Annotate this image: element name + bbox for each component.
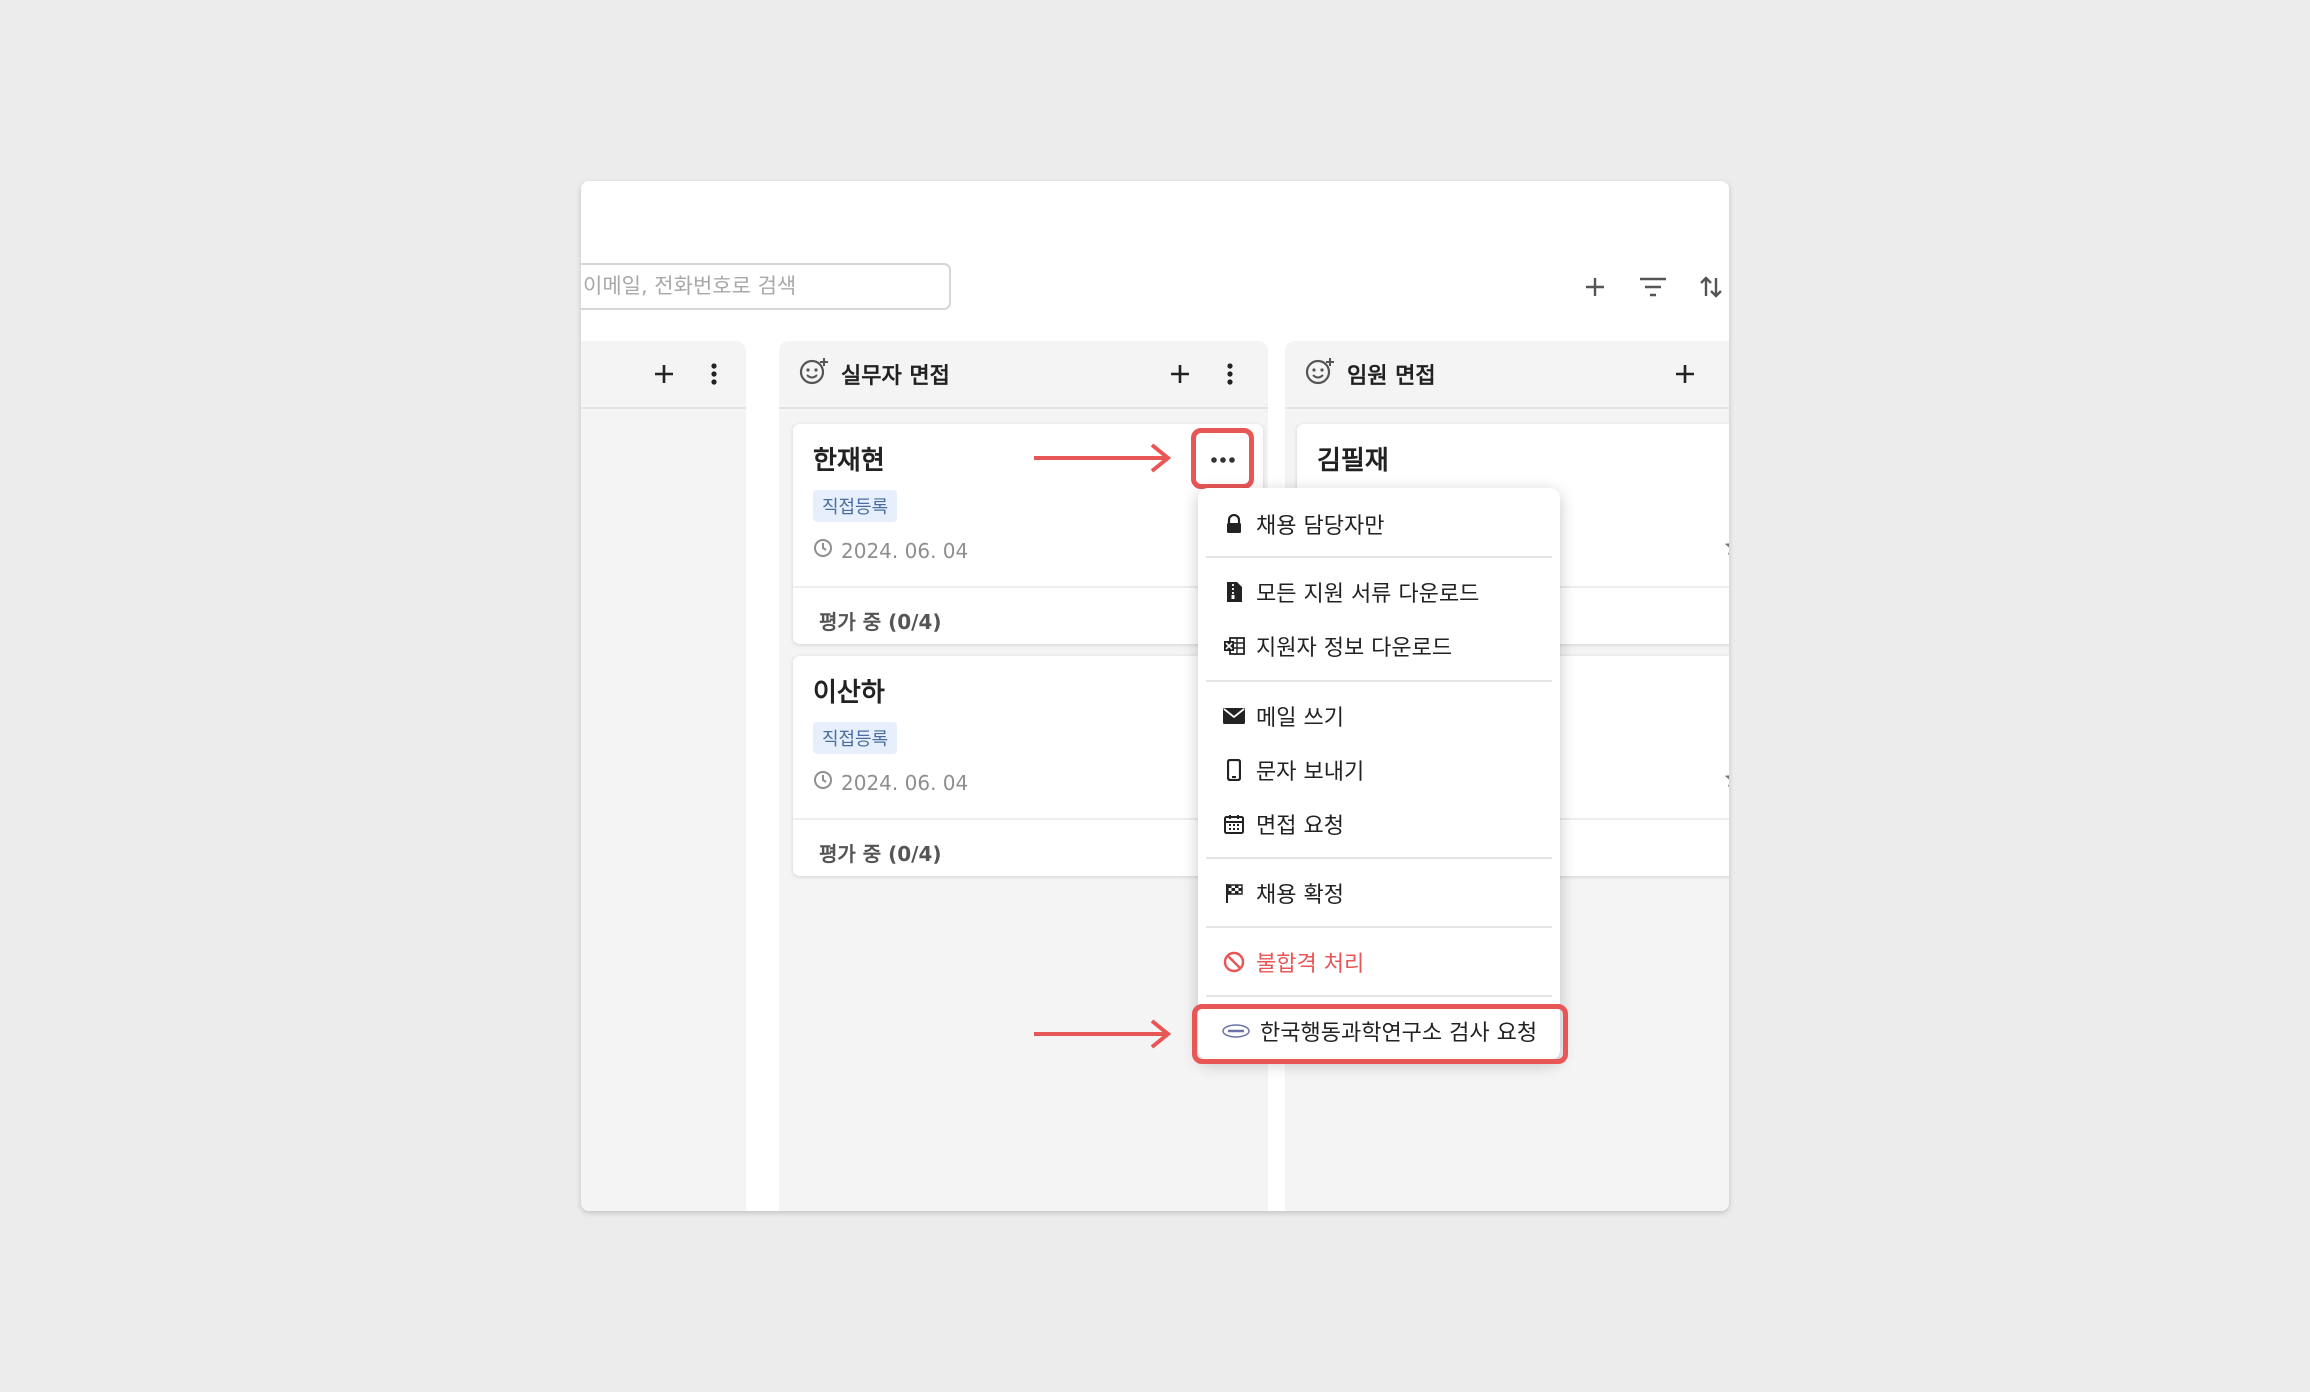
menu-item-download-documents[interactable]: 모든 지원 서류 다운로드	[1198, 565, 1560, 619]
menu-item-interview-request[interactable]: 면접 요청	[1198, 797, 1560, 851]
excel-icon	[1222, 634, 1246, 658]
smile-plus-icon	[799, 356, 829, 392]
phone-icon	[1222, 758, 1246, 782]
menu-item-label: 모든 지원 서류 다운로드	[1256, 582, 1480, 607]
add-card-button[interactable]	[646, 356, 682, 392]
add-card-button[interactable]	[1667, 356, 1703, 392]
smile-plus-icon	[1305, 356, 1335, 392]
column-menu-button[interactable]	[1212, 356, 1248, 392]
highlight-box	[1192, 1004, 1568, 1064]
menu-item-label: 문자 보내기	[1256, 760, 1365, 785]
more-horizontal-icon	[1210, 449, 1236, 468]
search-input[interactable]: 이메일, 전화번호로 검색	[581, 263, 951, 310]
column-header	[581, 341, 746, 409]
divider	[793, 586, 1263, 588]
clock-icon	[813, 770, 833, 795]
mail-icon	[1222, 704, 1246, 728]
evaluation-status: 평가 중 (0/4)	[819, 610, 942, 634]
clock-icon	[813, 538, 833, 563]
source-tag: 직접등록	[813, 490, 898, 522]
flag-icon	[1222, 881, 1246, 905]
file-zip-icon	[1222, 580, 1246, 604]
divider	[793, 818, 1263, 820]
pointer-arrow	[1034, 1019, 1172, 1049]
applied-date: 2024. 06. 04	[813, 770, 968, 795]
menu-separator	[1206, 680, 1552, 682]
sort-icon[interactable]	[1693, 269, 1729, 305]
menu-item-send-sms[interactable]: 문자 보내기	[1198, 743, 1560, 797]
card-more-button[interactable]	[1191, 428, 1254, 489]
column-title: 임원 면접	[1347, 364, 1436, 389]
column-menu-button[interactable]	[696, 356, 732, 392]
menu-separator	[1206, 857, 1552, 859]
calendar-icon	[1222, 812, 1246, 836]
card-actions-menu: 채용 담당자만 모든 지원 서류 다운로드 지원자 정보 다운로드 메일 쓰기 …	[1198, 488, 1560, 1060]
pipeline-column	[581, 341, 746, 1211]
column-title: 실무자 면접	[841, 364, 950, 389]
date-text: 2024. 06. 04	[841, 770, 969, 795]
menu-item-label: 불합격 처리	[1256, 952, 1365, 977]
menu-item-recruiter-only[interactable]: 채용 담당자만	[1198, 497, 1560, 551]
menu-item-label: 지원자 정보 다운로드	[1256, 636, 1453, 661]
menu-separator	[1206, 926, 1552, 928]
toolbar-actions	[1577, 269, 1729, 305]
menu-separator	[1206, 556, 1552, 558]
applicant-name: 한재현	[813, 446, 885, 476]
applied-date: 2024. 06. 04	[813, 538, 968, 563]
column-header: 임원 면접	[1285, 341, 1729, 409]
pointer-arrow	[1034, 443, 1172, 473]
filter-icon[interactable]	[1635, 269, 1671, 305]
menu-item-confirm-hire[interactable]: 채용 확정	[1198, 866, 1560, 920]
column-header: 실무자 면접	[779, 341, 1268, 409]
applicant-name: 이산하	[813, 678, 885, 708]
star-add-icon[interactable]	[1724, 768, 1729, 794]
ban-icon	[1222, 950, 1246, 974]
source-tag: 직접등록	[813, 722, 898, 754]
menu-item-download-info[interactable]: 지원자 정보 다운로드	[1198, 619, 1560, 673]
applicant-card[interactable]: 이산하 직접등록 2024. 06. 04 평가 중 (0/4)	[793, 656, 1263, 876]
star-add-icon[interactable]	[1724, 536, 1729, 562]
menu-item-label: 메일 쓰기	[1256, 706, 1344, 731]
menu-item-label: 면접 요청	[1256, 814, 1344, 839]
menu-separator	[1206, 995, 1552, 997]
plus-icon[interactable]	[1577, 269, 1613, 305]
lock-icon	[1222, 512, 1246, 536]
menu-item-write-mail[interactable]: 메일 쓰기	[1198, 689, 1560, 743]
menu-item-label: 채용 확정	[1256, 883, 1344, 908]
menu-item-reject[interactable]: 불합격 처리	[1198, 935, 1560, 989]
menu-item-label: 채용 담당자만	[1256, 514, 1385, 539]
date-text: 2024. 06. 04	[841, 538, 969, 563]
applicant-name: 김필재	[1317, 446, 1389, 476]
add-card-button[interactable]	[1162, 356, 1198, 392]
evaluation-status: 평가 중 (0/4)	[819, 842, 942, 866]
